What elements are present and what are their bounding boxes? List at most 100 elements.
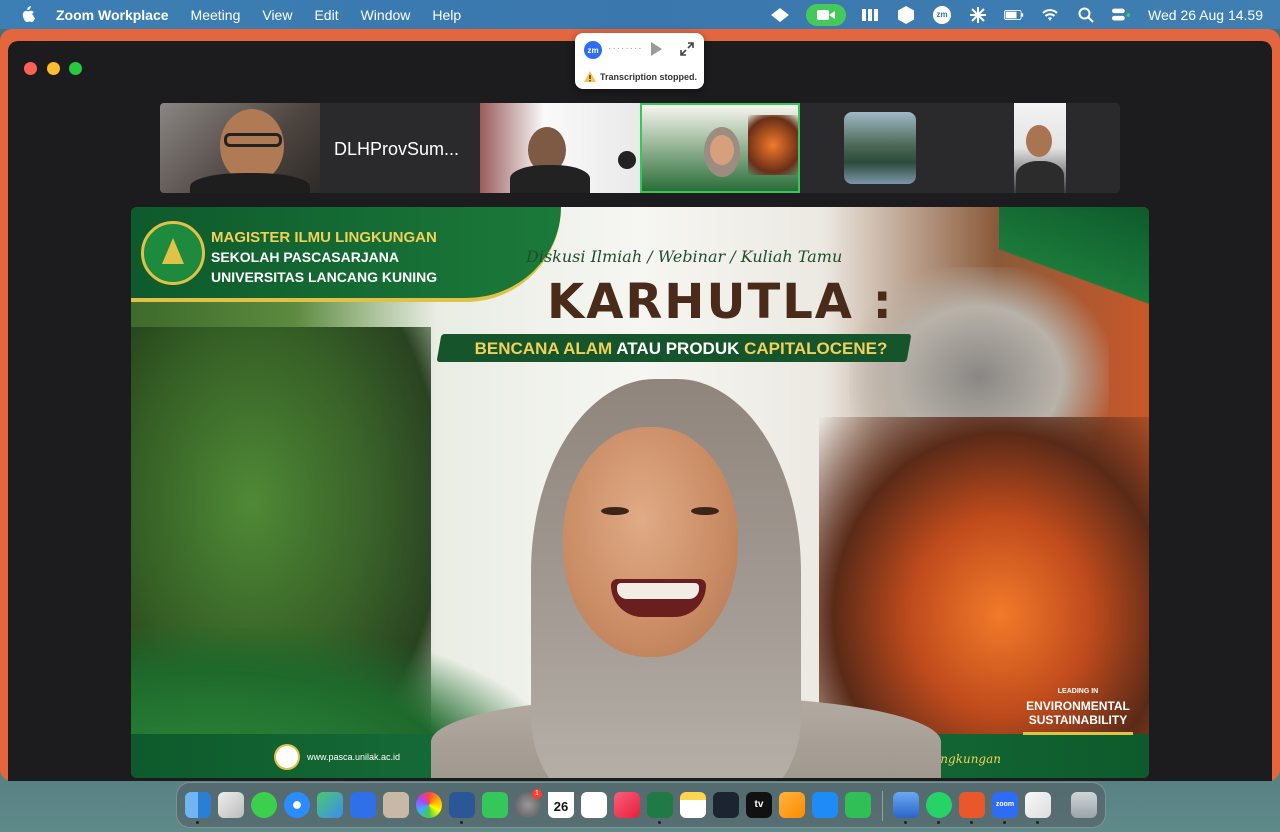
transcription-status-text: Transcription stopped. <box>600 72 698 82</box>
wifi-icon[interactable] <box>1040 6 1060 24</box>
status-area: zm Wed 26 Aug 14.59 <box>770 0 1280 29</box>
apple-tv-icon[interactable]: tv <box>746 792 772 818</box>
participant-video-frame <box>1014 103 1066 193</box>
webcam-shape <box>618 151 636 169</box>
menu-edit[interactable]: Edit <box>314 7 338 23</box>
event-title: KARHUTLA : <box>547 274 894 330</box>
participant-tile-avatar[interactable] <box>800 103 960 193</box>
transcription-popup: zm ········ Transcription stopped. <box>575 33 704 89</box>
safari-icon[interactable] <box>284 792 310 818</box>
notes-icon[interactable] <box>680 792 706 818</box>
finder-icon[interactable] <box>185 792 211 818</box>
participant-tile-active-speaker[interactable] <box>640 103 800 193</box>
dock-separator <box>882 791 883 821</box>
minimize-window-button[interactable] <box>47 62 60 75</box>
zoom-status-icon[interactable]: zm <box>932 5 952 24</box>
participant-face <box>710 135 734 165</box>
participant-face <box>1026 125 1052 157</box>
fire-thumbnail <box>748 115 798 175</box>
menu-view[interactable]: View <box>262 7 292 23</box>
tagline-part-3: CAPITALOCENE? <box>744 339 888 358</box>
pages-icon[interactable] <box>779 792 805 818</box>
leading-big-text: ENVIRONMENTAL SUSTAINABILITY <box>1026 699 1130 727</box>
app-store-icon[interactable] <box>812 792 838 818</box>
running-indicator <box>658 821 661 824</box>
play-icon[interactable] <box>649 41 663 57</box>
warning-icon <box>584 71 596 82</box>
excel-icon[interactable] <box>647 792 673 818</box>
spark-icon[interactable] <box>968 6 988 24</box>
running-indicator <box>1003 821 1006 824</box>
running-indicator <box>937 821 940 824</box>
zoom-logo-icon: zm <box>584 41 602 59</box>
music-icon[interactable] <box>614 792 640 818</box>
participant-tile-video[interactable] <box>960 103 1120 193</box>
glasses-shape <box>224 133 282 147</box>
institution-line-3: UNIVERSITAS LANCANG KUNING <box>211 269 438 285</box>
tagline-part-2: ATAU PRODUK <box>612 339 745 358</box>
bottom-logo-icon <box>274 744 300 770</box>
whatsapp-icon[interactable] <box>926 792 952 818</box>
tagline-part-1: BENCANA ALAM <box>474 339 613 358</box>
expand-icon[interactable] <box>679 41 695 57</box>
menu-help[interactable]: Help <box>432 7 461 23</box>
dock: 1 26 tv zoom <box>176 782 1106 828</box>
event-tagline: BENCANA ALAM ATAU PRODUK CAPITALOCENE? <box>451 339 911 359</box>
search-icon[interactable] <box>1076 6 1096 24</box>
roblox-icon[interactable] <box>350 792 376 818</box>
institution-line-2: SEKOLAH PASCASARJANA <box>211 249 399 265</box>
diamond-nav-icon[interactable] <box>770 6 790 24</box>
university-logo-icon <box>141 221 205 285</box>
preview-icon[interactable] <box>893 792 919 818</box>
freeform-icon[interactable] <box>713 792 739 818</box>
launchpad-icon[interactable] <box>218 792 244 818</box>
transcription-waveform: ········ <box>608 43 643 54</box>
calendar-icon[interactable]: 26 <box>548 792 574 818</box>
word-icon[interactable] <box>449 792 475 818</box>
active-speaker-video[interactable]: MAGISTER ILMU LINGKUNGAN SEKOLAH PASCASA… <box>131 207 1149 778</box>
participant-tile-video[interactable] <box>160 103 320 193</box>
zoom-app-icon[interactable]: zoom <box>992 792 1018 818</box>
running-indicator <box>1036 821 1039 824</box>
camera-in-use-icon[interactable] <box>806 3 847 26</box>
leading-underline <box>1023 732 1133 735</box>
menu-app-name[interactable]: Zoom Workplace <box>56 7 169 23</box>
institution-banner: MAGISTER ILMU LINGKUNGAN SEKOLAH PASCASA… <box>131 207 561 302</box>
speaker-eye-left <box>601 507 629 515</box>
spark-app-icon[interactable] <box>959 792 985 818</box>
menu-meeting[interactable]: Meeting <box>191 7 241 23</box>
participant-tile-video[interactable] <box>480 103 640 193</box>
fullscreen-window-button[interactable] <box>69 62 82 75</box>
speaker-teeth <box>617 583 699 599</box>
participant-body <box>190 173 310 193</box>
facetime-icon[interactable] <box>482 792 508 818</box>
participant-tile-name[interactable]: DLHProvSum... <box>320 103 480 193</box>
speaker-eye-right <box>691 507 719 515</box>
control-center-icon[interactable] <box>1112 6 1132 24</box>
battery-icon[interactable] <box>1004 6 1024 24</box>
menu-bar: Zoom Workplace Meeting View Edit Window … <box>0 0 1280 29</box>
leading-badge: LEADING IN ENVIRONMENTAL SUSTAINABILITY <box>1013 682 1143 752</box>
reminders-icon[interactable] <box>581 792 607 818</box>
photos-icon[interactable] <box>416 792 442 818</box>
apple-menu-icon[interactable] <box>20 6 36 23</box>
settings-badge: 1 <box>532 789 542 799</box>
pdf-reader-icon[interactable] <box>1025 792 1051 818</box>
messages-icon[interactable] <box>251 792 277 818</box>
close-window-button[interactable] <box>24 62 37 75</box>
participant-body <box>510 165 590 193</box>
trash-icon[interactable] <box>1071 792 1097 818</box>
participant-avatar-image <box>844 112 916 184</box>
contacts-icon[interactable] <box>383 792 409 818</box>
maps-icon[interactable] <box>317 792 343 818</box>
menu-window[interactable]: Window <box>361 7 411 23</box>
leading-small-text: LEADING IN <box>1057 688 1099 695</box>
running-indicator <box>904 821 907 824</box>
hexagon-app-icon[interactable] <box>896 5 916 24</box>
toolbox-icon[interactable] <box>860 6 880 24</box>
numbers-icon[interactable] <box>845 792 871 818</box>
participant-name: DLHProvSum... <box>334 139 460 159</box>
menu-clock[interactable]: Wed 26 Aug 14.59 <box>1148 7 1263 23</box>
corner-decoration <box>999 207 1149 327</box>
event-subtitle: Diskusi Ilmiah / Webinar / Kuliah Tamu <box>526 247 843 266</box>
